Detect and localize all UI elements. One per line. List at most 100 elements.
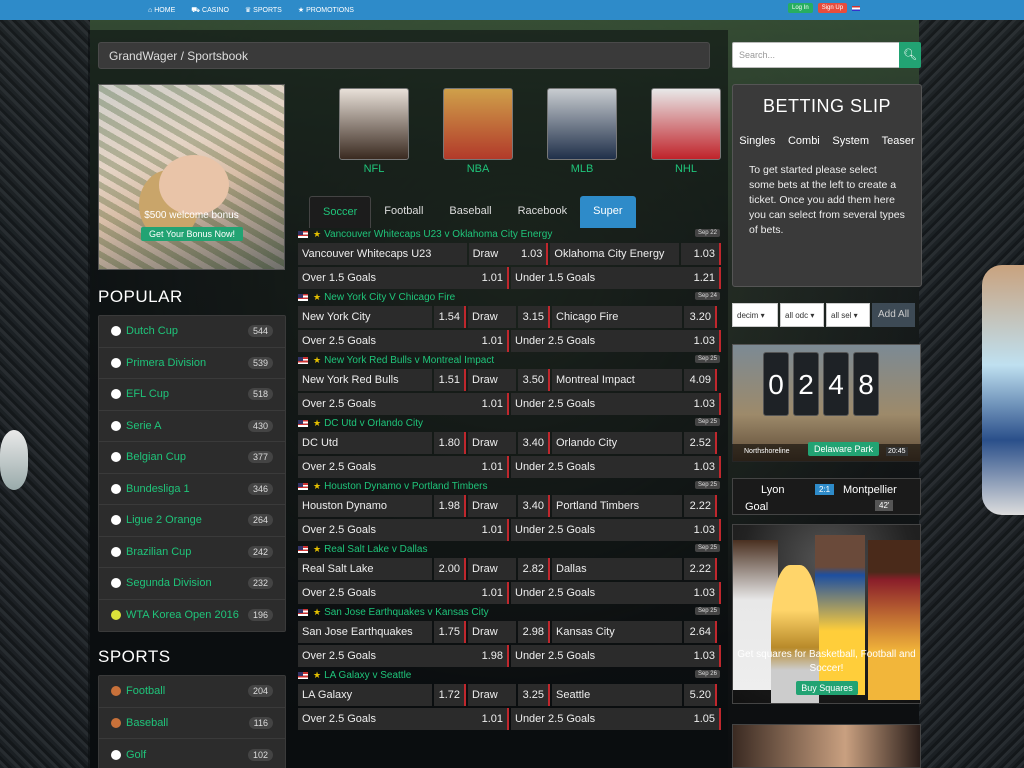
language-flag-icon[interactable] xyxy=(852,5,861,11)
slip-option-teaser[interactable]: Teaser xyxy=(882,135,915,147)
squares-promo-banner[interactable] xyxy=(732,524,921,704)
home-odd-cell[interactable]: 1.51 xyxy=(434,369,466,391)
popular-item[interactable]: WTA Korea Open 2016 196 xyxy=(99,600,285,632)
away-odd-cell[interactable]: 4.09 xyxy=(684,369,717,391)
draw-cell[interactable]: Draw xyxy=(468,558,516,580)
over-goals-cell[interactable]: Over 2.5 Goals 1.01 xyxy=(298,519,509,541)
home-odd-cell[interactable]: 2.00 xyxy=(434,558,466,580)
draw-cell[interactable]: Draw xyxy=(468,369,516,391)
draw-odd-cell[interactable]: 3.40 xyxy=(518,495,550,517)
popular-item[interactable]: Bundesliga 1 346 xyxy=(99,474,285,505)
under-goals-cell[interactable]: Under 2.5 Goals 1.03 xyxy=(511,645,721,667)
star-icon[interactable]: ★ xyxy=(313,292,321,303)
odds-format-select[interactable]: decim ▾ xyxy=(732,303,778,327)
under-goals-cell[interactable]: Under 1.5 Goals 1.21 xyxy=(511,267,721,289)
filter-select-2[interactable]: all sel ▾ xyxy=(826,303,870,327)
away-team-cell[interactable]: Chicago Fire xyxy=(552,306,682,328)
event-header[interactable]: ★ San Jose Earthquakes v Kansas City Sep 2… xyxy=(298,606,721,619)
draw-odd-cell[interactable]: 3.40 xyxy=(518,432,550,454)
popular-item[interactable]: Brazilian Cup 242 xyxy=(99,537,285,568)
sport-tile-mlb[interactable]: MLB xyxy=(530,88,634,175)
away-odd-cell[interactable]: 2.64 xyxy=(684,621,717,643)
home-team-cell[interactable]: Houston Dynamo xyxy=(298,495,432,517)
sports-item[interactable]: Golf 102 xyxy=(99,739,285,768)
tab-racebook[interactable]: Racebook xyxy=(505,196,581,228)
under-goals-cell[interactable]: Under 2.5 Goals 1.03 xyxy=(511,393,721,415)
track-button[interactable]: Delaware Park xyxy=(808,442,880,456)
popular-item[interactable]: Ligue 2 Orange 264 xyxy=(99,505,285,537)
home-team-cell[interactable]: San Jose Earthquakes xyxy=(298,621,432,643)
add-all-button[interactable]: Add All xyxy=(872,303,916,327)
home-team-cell[interactable]: New York City xyxy=(298,306,432,328)
draw-odd-cell[interactable]: 2.82 xyxy=(518,558,550,580)
home-team-cell[interactable]: Real Salt Lake xyxy=(298,558,432,580)
popular-item[interactable]: Dutch Cup 544 xyxy=(99,316,285,348)
over-goals-cell[interactable]: Over 2.5 Goals 1.01 xyxy=(298,582,509,604)
sport-tile-nba[interactable]: NBA xyxy=(426,88,530,175)
over-goals-cell[interactable]: Over 2.5 Goals 1.01 xyxy=(298,456,509,478)
slip-option-system[interactable]: System xyxy=(832,135,869,147)
tab-soccer[interactable]: Soccer xyxy=(309,196,372,228)
star-icon[interactable]: ★ xyxy=(313,481,321,492)
home-team-cell[interactable]: New York Red Bulls xyxy=(298,369,432,391)
draw-odd-cell[interactable]: 3.50 xyxy=(518,369,550,391)
away-odd-cell[interactable]: 2.22 xyxy=(684,495,717,517)
welcome-bonus-banner[interactable] xyxy=(98,84,285,270)
popular-item[interactable]: Belgian Cup 377 xyxy=(99,442,285,474)
over-goals-cell[interactable]: Over 1.5 Goals 1.01 xyxy=(298,267,509,289)
bottom-promo-banner[interactable] xyxy=(732,724,921,768)
event-header[interactable]: ★ New York City V Chicago Fire Sep 24 xyxy=(298,291,721,304)
away-odd-cell[interactable]: 1.03 xyxy=(681,243,721,265)
over-goals-cell[interactable]: Over 2.5 Goals 1.01 xyxy=(298,330,509,352)
buy-squares-button[interactable]: Buy Squares xyxy=(796,681,858,695)
nav-link-casino[interactable]: ⛟ CASINO xyxy=(191,6,229,15)
away-team-cell[interactable]: Montreal Impact xyxy=(552,369,682,391)
popular-item[interactable]: Primera Division 539 xyxy=(99,348,285,379)
star-icon[interactable]: ★ xyxy=(313,670,321,681)
star-icon[interactable]: ★ xyxy=(313,355,321,366)
slip-option-singles[interactable]: Singles xyxy=(739,135,775,147)
star-icon[interactable]: ★ xyxy=(313,607,321,618)
slip-option-combi[interactable]: Combi xyxy=(788,135,820,147)
popular-item[interactable]: EFL Cup 518 xyxy=(99,379,285,411)
event-header[interactable]: ★ Real Salt Lake v Dallas Sep 25 xyxy=(298,543,721,556)
away-team-cell[interactable]: Seattle xyxy=(552,684,682,706)
filter-select-1[interactable]: all odc ▾ xyxy=(780,303,824,327)
under-goals-cell[interactable]: Under 2.5 Goals 1.03 xyxy=(511,456,721,478)
home-team-cell[interactable]: LA Galaxy xyxy=(298,684,432,706)
draw-cell[interactable]: Draw xyxy=(468,495,516,517)
away-team-cell[interactable]: Dallas xyxy=(552,558,682,580)
over-goals-cell[interactable]: Over 2.5 Goals 1.01 xyxy=(298,393,509,415)
home-odd-cell[interactable]: 1.80 xyxy=(434,432,466,454)
tab-baseball[interactable]: Baseball xyxy=(436,196,504,228)
event-header[interactable]: ★ DC Utd v Orlando City Sep 25 xyxy=(298,417,721,430)
popular-item[interactable]: Serie A 430 xyxy=(99,411,285,442)
draw-cell[interactable]: Draw xyxy=(468,432,516,454)
home-odd-cell[interactable]: 1.75 xyxy=(434,621,466,643)
away-odd-cell[interactable]: 2.22 xyxy=(684,558,717,580)
draw-odd-cell[interactable]: 3.15 xyxy=(518,306,550,328)
event-header[interactable]: ★ New York Red Bulls v Montreal Impact Sep… xyxy=(298,354,721,367)
away-odd-cell[interactable]: 2.52 xyxy=(684,432,717,454)
home-team-cell[interactable]: DC Utd xyxy=(298,432,432,454)
nav-link-promotions[interactable]: ★ PROMOTIONS xyxy=(298,6,354,15)
draw-cell[interactable]: Draw 1.03 xyxy=(468,243,549,265)
nav-link-home[interactable]: ⌂ HOME xyxy=(148,7,175,14)
under-goals-cell[interactable]: Under 2.5 Goals 1.03 xyxy=(511,582,721,604)
draw-cell[interactable]: Draw xyxy=(468,621,516,643)
home-odd-cell[interactable]: 1.72 xyxy=(434,684,466,706)
away-team-cell[interactable]: Portland Timbers xyxy=(552,495,682,517)
star-icon[interactable]: ★ xyxy=(313,229,321,240)
over-goals-cell[interactable]: Over 2.5 Goals 1.01 xyxy=(298,708,509,730)
home-team-cell[interactable]: Vancouver Whitecaps U23 xyxy=(298,243,467,265)
draw-odd-cell[interactable]: 3.25 xyxy=(518,684,550,706)
event-header[interactable]: ★ Vancouver Whitecaps U23 v Oklahoma City… xyxy=(298,228,721,241)
event-header[interactable]: ★ Houston Dynamo v Portland Timbers Sep 25 xyxy=(298,480,721,493)
away-odd-cell[interactable]: 5.20 xyxy=(684,684,717,706)
signup-button[interactable]: Sign Up xyxy=(817,3,848,13)
popular-item[interactable]: Segunda Division 232 xyxy=(99,568,285,600)
event-header[interactable]: ★ LA Galaxy v Seattle Sep 26 xyxy=(298,669,721,682)
away-team-cell[interactable]: Kansas City xyxy=(552,621,682,643)
sports-item[interactable]: Football 204 xyxy=(99,676,285,708)
away-team-cell[interactable]: Orlando City xyxy=(552,432,682,454)
